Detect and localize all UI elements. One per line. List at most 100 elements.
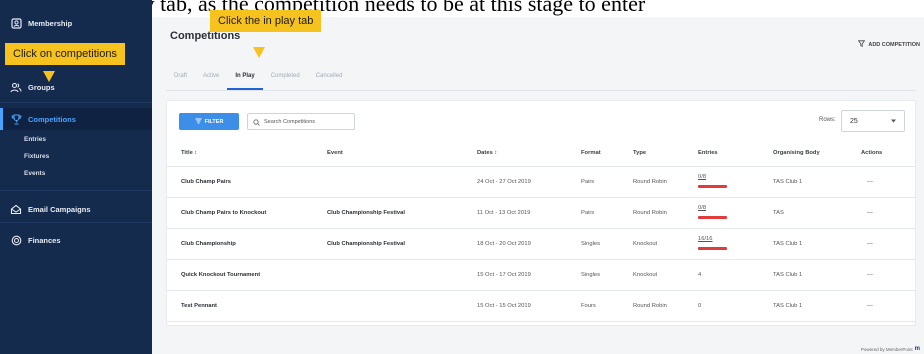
cell-format: Pairs [581,179,595,185]
add-competition-button[interactable]: ADD COMPETITION [858,40,920,49]
cell-organising-body: TAS Club 1 [773,303,803,309]
cell-event: Club Championship Festival [327,210,405,216]
cell-format: Singles [581,241,601,247]
cell-dates: 18 Oct - 20 Oct 2019 [477,241,531,247]
cell-type: Round Robin [633,179,667,185]
column-header-actions: Actions [861,150,883,156]
row-actions-menu[interactable]: — [867,210,873,216]
entries-progress-bar [698,247,727,250]
cell-type: Round Robin [633,210,667,216]
cell-organising-body: TAS [773,210,784,216]
rows-label: Rows: [819,117,836,123]
filter-funnel-icon [858,40,866,49]
row-actions-menu[interactable]: — [867,241,873,247]
email-icon [10,203,22,215]
search-icon [253,113,260,131]
tooltip-click-in-play: Click the in play tab [210,10,322,32]
column-header-title[interactable]: Title ↕ [181,150,197,156]
tab-active[interactable]: Active [195,66,227,90]
cell-organising-body: TAS Club 1 [773,241,803,247]
entries-count: 16/16 [698,236,713,242]
filter-button[interactable]: FILTER [179,113,239,130]
tabs-divider [166,90,916,91]
sidebar-item-groups[interactable]: Groups [0,76,152,98]
sidebar-divider [0,102,152,103]
sidebar-subitem-events[interactable]: Events [24,170,45,177]
tab-cancelled[interactable]: Cancelled [308,66,351,90]
search-box[interactable] [247,113,355,130]
sidebar-subitem-entries[interactable]: Entries [24,136,46,143]
cell-dates: 24 Oct - 27 Oct 2019 [477,179,531,185]
cell-entries[interactable]: 0 [698,303,701,309]
main-content: Competitions ADD COMPETITION Draft Activ… [152,0,924,354]
cell-dates: 11 Oct - 13 Oct 2019 [477,210,531,216]
cell-title: Club Champ Pairs [181,179,231,185]
trophy-icon [10,113,22,125]
entries-progress-bar [698,216,727,219]
finances-icon [10,234,22,246]
cell-dates: 15 Oct - 17 Oct 2019 [477,272,531,278]
footer: Powered by MemberPoint m [860,346,920,352]
entries-count: 0 [698,303,702,309]
cell-type: Knockout [633,272,658,278]
cell-entries[interactable]: 16/16 [698,236,727,250]
filter-lines-icon [195,118,202,126]
cell-organising-body: TAS Club 1 [773,179,803,185]
sidebar-item-finances[interactable]: Finances [0,229,152,251]
cell-title: Test Pennant [181,303,217,309]
entries-count: 4 [698,272,702,278]
entries-count: 0/8 [698,205,707,211]
table-row[interactable]: Club Championship Club Championship Festi… [167,229,915,260]
tooltip-arrow-icon [253,47,265,58]
column-header-event: Event [327,150,343,156]
cell-title: Club Championship [181,241,236,247]
groups-icon [10,81,22,93]
cell-entries[interactable]: 4 [698,272,701,278]
row-actions-menu[interactable]: — [867,179,873,185]
cell-title: Quick Knockout Tournament [181,272,261,278]
table-row[interactable]: Quick Knockout Tournament 15 Oct - 17 Oct… [167,260,915,291]
column-header-type: Type [633,150,647,156]
sidebar-item-membership[interactable]: Membership [0,12,152,34]
sidebar-divider [0,190,152,191]
row-actions-menu[interactable]: — [867,272,873,278]
membership-icon [10,17,22,29]
caret-down-icon [891,118,896,125]
table-header: Title ↕ Event Dates ↕ Format Type Entrie… [167,141,915,167]
cell-format: Singles [581,272,601,278]
cell-format: Fours [581,303,596,309]
memberpoint-logo: m [914,346,920,352]
column-header-entries: Entries [698,150,718,156]
sidebar-subitem-fixtures[interactable]: Fixtures [24,153,49,160]
cell-entries[interactable]: 0/8 [698,205,727,219]
cell-title: Club Champ Pairs to Knockout [181,210,267,216]
tab-in-play[interactable]: In Play [227,66,263,90]
tab-completed[interactable]: Completed [263,66,308,90]
table-row[interactable]: Test Pennant 15 Oct - 15 Oct 2019 Fours Rou… [167,291,915,322]
column-header-organising-body: Organising Body [773,150,820,156]
cell-format: Pairs [581,210,595,216]
cell-event: Club Championship Festival [327,241,405,247]
cell-entries[interactable]: 0/8 [698,174,727,188]
column-header-format: Format [581,150,601,156]
sidebar-item-email-campaigns[interactable]: Email Campaigns [0,198,152,220]
tab-draft[interactable]: Draft [166,66,195,90]
tooltip-click-competitions: Click on competitions [5,43,125,65]
cell-dates: 15 Oct - 15 Oct 2019 [477,303,531,309]
tooltip-arrow-icon [43,71,55,82]
column-header-dates[interactable]: Dates ↕ [477,150,497,156]
table-row[interactable]: Club Champ Pairs to Knockout Club Champio… [167,198,915,229]
cell-type: Knockout [633,241,658,247]
cell-type: Round Robin [633,303,667,309]
cell-organising-body: TAS Club 1 [773,272,803,278]
competitions-card: FILTER Rows: 25 Title ↕ Event Dates ↕ Fo… [166,100,916,326]
entries-count: 0/8 [698,174,707,180]
table-row[interactable]: Club Champ Pairs 24 Oct - 27 Oct 2019 Pair… [167,167,915,198]
status-tabs: Draft Active In Play Completed Cancelled [166,66,350,90]
sidebar-item-competitions[interactable]: Competitions [0,108,152,130]
entries-progress-bar [698,185,727,188]
row-actions-menu[interactable]: — [867,303,873,309]
sidebar-divider [0,222,152,223]
search-input[interactable] [264,118,354,125]
rows-per-page-select[interactable]: 25 [841,110,905,132]
